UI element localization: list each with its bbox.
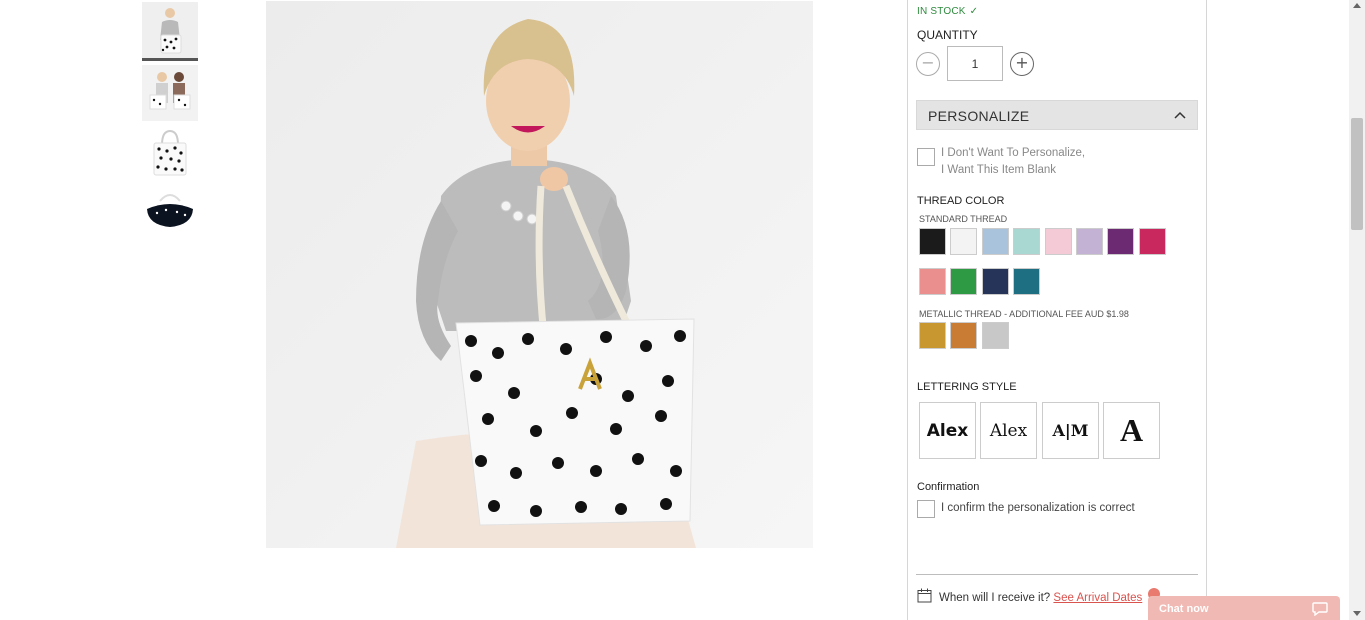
chevron-up-icon <box>1174 111 1186 119</box>
confirmation-label: Confirmation <box>917 481 980 493</box>
arrival-question: When will I receive it? <box>939 592 1051 604</box>
standard-thread-label: STANDARD THREAD <box>919 214 1008 224</box>
thread-swatch-black[interactable] <box>919 228 946 255</box>
blank-item-label-line1: I Don't Want To Personalize, <box>941 147 1086 159</box>
quantity-label: QUANTITY <box>917 28 978 42</box>
scrollbar-thumb[interactable] <box>1351 118 1363 230</box>
thumbnail-3[interactable] <box>142 125 198 181</box>
see-arrival-dates-link[interactable]: See Arrival Dates <box>1053 592 1142 604</box>
metallic-swatch-copper[interactable] <box>950 322 978 349</box>
thumbnail-list <box>142 2 198 245</box>
lettering-option-serif[interactable]: Alex <box>980 402 1037 459</box>
personalize-title: PERSONALIZE <box>928 108 1030 124</box>
thread-swatch-light-blue[interactable] <box>981 228 1009 255</box>
metallic-thread-label: METALLIC THREAD - ADDITIONAL FEE AUD $1.… <box>919 309 1129 319</box>
blank-item-label-line2: I Want This Item Blank <box>941 164 1057 176</box>
thumbnail-4[interactable] <box>142 185 198 241</box>
arrival-info: When will I receive it? See Arrival Date… <box>939 592 1142 604</box>
product-main-image[interactable] <box>266 1 813 548</box>
calendar-icon <box>917 588 932 603</box>
thread-swatch-teal[interactable] <box>1013 268 1041 295</box>
thread-swatch-coral[interactable] <box>919 268 946 295</box>
quantity-increase-button[interactable]: + <box>1010 52 1034 76</box>
chat-now-button[interactable]: Chat now <box>1148 596 1340 620</box>
lettering-option-single-initial[interactable]: A <box>1103 402 1160 459</box>
personalize-accordion[interactable]: PERSONALIZE <box>916 100 1198 130</box>
confirm-text: I confirm the personalization is correct <box>941 502 1135 514</box>
confirm-checkbox[interactable] <box>917 500 935 518</box>
metallic-swatch-silver[interactable] <box>981 322 1009 349</box>
quantity-input[interactable] <box>947 46 1003 81</box>
lettering-option-two-initial[interactable]: A|M <box>1042 402 1099 459</box>
stock-status: IN STOCK ✓ <box>917 6 978 17</box>
lettering-option-sans[interactable]: Alex <box>919 402 976 459</box>
blank-item-checkbox[interactable] <box>917 148 935 166</box>
thumbnail-2[interactable] <box>142 65 198 121</box>
blank-item-label: I Don't Want To Personalize, I Want This… <box>941 145 1085 179</box>
thread-swatch-mint[interactable] <box>1013 228 1041 255</box>
thread-swatch-purple[interactable] <box>1107 228 1135 255</box>
thread-swatch-raspberry[interactable] <box>1138 228 1166 255</box>
chat-label: Chat now <box>1159 603 1209 615</box>
thread-swatch-light-pink[interactable] <box>1044 228 1072 255</box>
thread-swatch-navy[interactable] <box>981 268 1009 295</box>
scroll-up-arrow-icon[interactable] <box>1353 3 1361 8</box>
thumbnail-1[interactable] <box>142 2 198 61</box>
scroll-down-arrow-icon[interactable] <box>1353 611 1361 616</box>
thread-color-label: THREAD COLOR <box>917 195 1005 207</box>
product-options-panel: IN STOCK✓ QUANTITY − + PERSONALIZE I Don… <box>907 0 1207 620</box>
thread-swatch-lavender[interactable] <box>1076 228 1103 255</box>
thread-swatch-green[interactable] <box>950 268 978 295</box>
chat-bubble-icon <box>1312 602 1328 616</box>
check-icon: ✓ <box>969 6 979 17</box>
divider <box>916 574 1198 575</box>
page-scrollbar[interactable] <box>1349 0 1365 620</box>
stock-text: IN STOCK <box>917 6 966 17</box>
metallic-swatch-gold[interactable] <box>919 322 946 349</box>
thread-swatch-white[interactable] <box>950 228 978 255</box>
lettering-style-label: LETTERING STYLE <box>917 381 1017 393</box>
quantity-decrease-button[interactable]: − <box>916 52 940 76</box>
